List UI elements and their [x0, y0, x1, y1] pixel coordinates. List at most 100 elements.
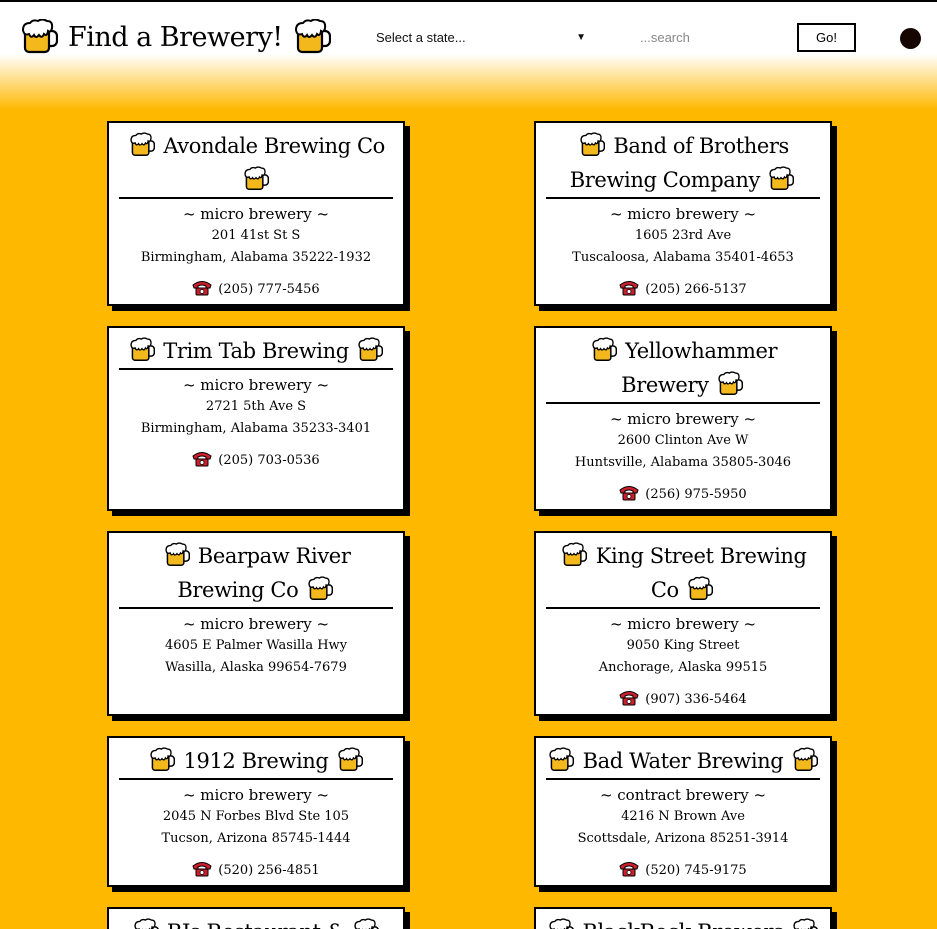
- beer-mug-icon: [133, 918, 159, 929]
- brewery-street: 2721 5th Ave S: [119, 396, 393, 418]
- brewery-street: 9050 King Street: [546, 635, 820, 657]
- brewery-name: 1912 Brewing: [119, 744, 393, 780]
- brewery-phone[interactable]: (205) 266-5137: [546, 279, 820, 301]
- go-button[interactable]: Go!: [797, 23, 856, 52]
- brewery-card[interactable]: BJs Restaurant &: [107, 907, 405, 929]
- telephone-icon: [619, 485, 639, 501]
- brewery-street: 4216 N Brown Ave: [546, 806, 820, 828]
- brewery-city-text: Anchorage, Alaska 99515: [598, 660, 768, 675]
- telephone-icon: [192, 451, 212, 467]
- brewery-card[interactable]: Avondale Brewing Co ~ micro brewery ~ 201…: [107, 121, 405, 306]
- brewery-type: ~ micro brewery ~: [119, 784, 393, 806]
- site-header: Find a Brewery! Select a state... ▼ Go!: [0, 2, 937, 110]
- brewery-card[interactable]: Bearpaw River Brewing Co ~ micro brewery…: [107, 531, 405, 716]
- beer-mug-icon: [164, 542, 190, 568]
- brewery-name-text: Avondale Brewing Co: [163, 134, 385, 158]
- brewery-city-text: Huntsville, Alabama 35805-3046: [574, 455, 792, 470]
- brewery-phone[interactable]: (520) 745-9175: [546, 860, 820, 882]
- brewery-name: Avondale Brewing Co: [119, 129, 393, 199]
- brewery-phone-text: (205) 777-5456: [218, 282, 320, 297]
- brewery-card[interactable]: Trim Tab Brewing ~ micro brewery ~ 2721 5…: [107, 326, 405, 511]
- brewery-city: Birmingham, Alabama 35222-1932: [119, 247, 393, 269]
- brewery-type-text: ~ micro brewery ~: [182, 376, 330, 394]
- search-input[interactable]: [634, 24, 774, 50]
- brewery-card[interactable]: 1912 Brewing ~ micro brewery ~ 2045 N For…: [107, 736, 405, 887]
- brewery-name: Bearpaw River Brewing Co: [119, 539, 393, 609]
- beer-mug-icon: [149, 747, 175, 773]
- brewery-type: ~ micro brewery ~: [546, 408, 820, 430]
- brewery-street-text: 201 41st St S: [211, 228, 301, 243]
- beer-mug-icon: [687, 576, 713, 602]
- brewery-city: Tucson, Arizona 85745-1444: [119, 828, 393, 850]
- brewery-type: ~ micro brewery ~: [119, 203, 393, 225]
- brewery-city-text: Scottsdale, Arizona 85251-3914: [577, 831, 789, 846]
- beer-mug-icon: [561, 542, 587, 568]
- brewery-name: Band of Brothers Brewing Company: [546, 129, 820, 199]
- brewery-type: ~ contract brewery ~: [546, 784, 820, 806]
- brewery-city-text: Birmingham, Alabama 35222-1932: [140, 250, 372, 265]
- brewery-name: Bad Water Brewing: [546, 744, 820, 780]
- brewery-city: Scottsdale, Arizona 85251-3914: [546, 828, 820, 850]
- brewery-card[interactable]: King Street Brewing Co ~ micro brewery ~…: [534, 531, 832, 716]
- brewery-city-text: Wasilla, Alaska 99654-7679: [165, 660, 347, 675]
- brewery-card[interactable]: Bad Water Brewing ~ contract brewery ~ 42…: [534, 736, 832, 887]
- brewery-phone[interactable]: (205) 777-5456: [119, 279, 393, 301]
- brewery-phone-text: (520) 256-4851: [218, 863, 320, 878]
- brewery-name-text: Trim Tab Brewing: [163, 339, 349, 363]
- beer-mug-icon: [357, 337, 383, 363]
- brewery-card[interactable]: BlackRock Brewers: [534, 907, 832, 929]
- brewery-street: 4605 E Palmer Wasilla Hwy: [119, 635, 393, 657]
- brewery-name: Trim Tab Brewing: [119, 334, 393, 370]
- brewery-name-text: BJs Restaurant &: [167, 920, 346, 929]
- beer-mug-icon: [243, 166, 269, 192]
- brewery-card[interactable]: Band of Brothers Brewing Company ~ micro…: [534, 121, 832, 306]
- beer-mug-icon: [129, 337, 155, 363]
- chevron-down-icon: ▼: [576, 31, 586, 43]
- brewery-street: 2045 N Forbes Blvd Ste 105: [119, 806, 393, 828]
- telephone-icon: [192, 861, 212, 877]
- brewery-phone[interactable]: (205) 703-0536: [119, 450, 393, 472]
- beer-mug-icon: [129, 132, 155, 158]
- brewery-street: 2600 Clinton Ave W: [546, 430, 820, 452]
- beer-mug-icon: [591, 337, 617, 363]
- beer-mug-icon: [548, 747, 574, 773]
- telephone-icon: [192, 280, 212, 296]
- brewery-phone[interactable]: (256) 975-5950: [546, 484, 820, 506]
- brewery-type-text: ~ micro brewery ~: [609, 410, 757, 428]
- site-title: Find a Brewery!: [20, 16, 331, 58]
- brewery-city-text: Tuscaloosa, Alabama 35401-4653: [572, 250, 794, 265]
- brewery-phone-text: (520) 745-9175: [645, 863, 747, 878]
- brewery-street-text: 2600 Clinton Ave W: [617, 433, 749, 448]
- brewery-card[interactable]: Yellowhammer Brewery ~ micro brewery ~ 26…: [534, 326, 832, 511]
- brewery-street-text: 2045 N Forbes Blvd Ste 105: [162, 809, 350, 824]
- beer-mug-icon: [294, 19, 331, 54]
- brewery-city: Huntsville, Alabama 35805-3046: [546, 452, 820, 474]
- brewery-street: 201 41st St S: [119, 225, 393, 247]
- beer-mug-icon: [792, 747, 818, 773]
- brewery-type-text: ~ micro brewery ~: [182, 786, 330, 804]
- beer-mug-icon: [768, 166, 794, 192]
- brewery-name: BlackRock Brewers: [546, 915, 820, 929]
- brewery-city: Wasilla, Alaska 99654-7679: [119, 657, 393, 679]
- brewery-type-text: ~ micro brewery ~: [609, 205, 757, 223]
- brewery-phone-text: (256) 975-5950: [645, 487, 747, 502]
- brewery-type-text: ~ micro brewery ~: [609, 615, 757, 633]
- brewery-type: ~ micro brewery ~: [119, 374, 393, 396]
- telephone-icon: [619, 280, 639, 296]
- brewery-street-text: 4605 E Palmer Wasilla Hwy: [164, 638, 348, 653]
- brewery-type: ~ micro brewery ~: [119, 613, 393, 635]
- brewery-type-text: ~ contract brewery ~: [599, 786, 767, 804]
- brewery-phone[interactable]: (520) 256-4851: [119, 860, 393, 882]
- state-select[interactable]: Select a state... ▼: [370, 24, 592, 50]
- brewery-name-text: Yellowhammer Brewery: [621, 339, 778, 397]
- brewery-city: Anchorage, Alaska 99515: [546, 657, 820, 679]
- beer-mug-icon: [792, 918, 818, 929]
- telephone-icon: [619, 861, 639, 877]
- brewery-phone-text: (205) 266-5137: [645, 282, 747, 297]
- dark-mode-toggle[interactable]: [900, 28, 921, 49]
- brewery-street-text: 4216 N Brown Ave: [621, 809, 745, 824]
- beer-mug-icon: [21, 19, 58, 54]
- brewery-phone-text: (907) 336-5464: [645, 692, 747, 707]
- brewery-phone[interactable]: (907) 336-5464: [546, 689, 820, 711]
- brewery-type-text: ~ micro brewery ~: [182, 205, 330, 223]
